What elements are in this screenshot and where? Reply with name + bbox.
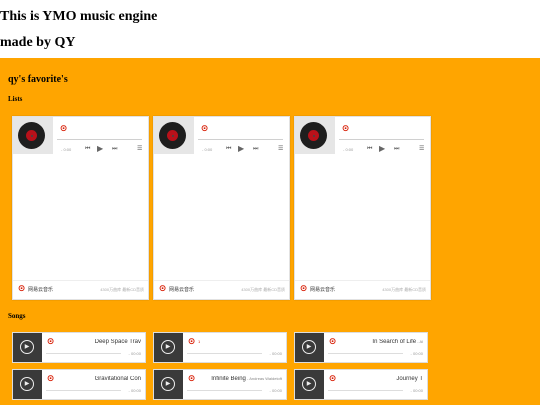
song-widget[interactable]: ▶ ⊙ Gravitational Con - 00:00 — [12, 369, 146, 400]
time-display: - 00:00 — [128, 351, 141, 356]
card-footer: ⊙ 网易云音乐 4300万曲库 最新CD音质 — [154, 280, 289, 299]
brand-meta: 4300万曲库 最新CD音质 — [382, 287, 426, 292]
disc-icon — [300, 122, 327, 149]
song-title: Gravitational Con — [94, 376, 141, 382]
time-display: - 0:00 — [343, 147, 354, 152]
song-cover: ▶ — [154, 370, 183, 399]
time-display: - 00:00 — [410, 388, 423, 393]
song-cover: ▶ — [154, 333, 183, 362]
playlist-icon[interactable]: ☰ — [278, 145, 283, 153]
progress-bar[interactable] — [46, 353, 121, 354]
brand-meta: 4300万曲库 最新CD音质 — [241, 287, 285, 292]
page-title: This is YMO music engine — [0, 9, 158, 24]
playlist-cover[interactable] — [295, 117, 335, 154]
brand-label[interactable]: 网易云音乐 — [28, 286, 53, 293]
netease-logo-icon: ⊙ — [46, 374, 55, 384]
song-widget[interactable]: ▶ ⊙ Deep Space Trav - 00:00 — [12, 332, 146, 363]
playlist-icon[interactable]: ☰ — [419, 145, 424, 153]
netease-logo-icon: ⊙ — [46, 337, 55, 347]
brand-label[interactable]: 网易云音乐 — [310, 286, 335, 293]
play-icon[interactable]: ▶ — [20, 377, 34, 391]
netease-logo-icon: ⊙ — [17, 284, 26, 294]
song-widget[interactable]: ▶ ⊙ In Search of Life - Al - 00:00 — [294, 332, 428, 363]
song-cover: ▶ — [13, 370, 42, 399]
time-display: - 0:00 — [202, 147, 213, 152]
playlist-icon[interactable]: ☰ — [137, 145, 142, 153]
song-cover: ▶ — [295, 333, 324, 362]
progress-bar[interactable] — [339, 139, 424, 140]
song-title: In Search of Life - Al — [372, 339, 423, 345]
time-display: - 00:00 — [128, 388, 141, 393]
play-icon[interactable]: ▶ — [161, 377, 175, 391]
time-display: - 00:00 — [410, 351, 423, 356]
songs-heading: Songs — [8, 312, 26, 320]
card-footer: ⊙ 网易云音乐 4300万曲库 最新CD音质 — [13, 280, 148, 299]
progress-bar[interactable] — [187, 390, 262, 391]
prev-icon[interactable]: ⏮ — [367, 145, 372, 153]
song-widget[interactable]: ▶ ⊙ 1 - 00:00 — [153, 332, 287, 363]
song-cover: ▶ — [13, 333, 42, 362]
progress-bar[interactable] — [46, 390, 121, 391]
netease-logo-icon: ⊙ — [158, 284, 167, 294]
time-display: - 0:00 — [61, 147, 72, 152]
time-display: - 00:00 — [269, 388, 282, 393]
disc-icon — [159, 122, 186, 149]
netease-logo-icon: ⊙ — [328, 374, 337, 384]
next-icon[interactable]: ⏭ — [253, 145, 258, 153]
favorites-heading: qy's favorite's — [8, 74, 68, 85]
lists-heading: Lists — [8, 95, 23, 103]
prev-icon[interactable]: ⏮ — [85, 145, 90, 153]
card-footer: ⊙ 网易云音乐 4300万曲库 最新CD音质 — [295, 280, 430, 299]
playlist-card[interactable]: ⊙ - 0:00 ⏮ ▶ ⏭ ☰ ⊙ 网易云音乐 4300万曲库 最新CD音质 — [294, 116, 431, 300]
play-icon[interactable]: ▶ — [238, 145, 244, 153]
song-widget[interactable]: ▶ ⊙ Infinite Being - Andreas Waldetoft -… — [153, 369, 287, 400]
play-icon[interactable]: ▶ — [379, 145, 385, 153]
netease-logo-icon: ⊙ — [200, 124, 209, 134]
next-icon[interactable]: ⏭ — [112, 145, 117, 153]
netease-logo-icon: ⊙ — [341, 124, 350, 134]
song-title: Deep Space Trav — [94, 339, 141, 345]
playlist-cover[interactable] — [154, 117, 194, 154]
song-title: 1 — [198, 339, 201, 344]
play-icon[interactable]: ▶ — [302, 340, 316, 354]
playlist-card[interactable]: ⊙ - 0:00 ⏮ ▶ ⏭ ☰ ⊙ 网易云音乐 4300万曲库 最新CD音质 — [153, 116, 290, 300]
playlist-cover[interactable] — [13, 117, 53, 154]
netease-logo-icon: ⊙ — [299, 284, 308, 294]
play-icon[interactable]: ▶ — [161, 340, 175, 354]
disc-icon — [18, 122, 45, 149]
progress-bar[interactable] — [328, 390, 403, 391]
progress-bar[interactable] — [187, 353, 262, 354]
play-icon[interactable]: ▶ — [97, 145, 103, 153]
netease-logo-icon: ⊙ — [187, 337, 196, 347]
progress-bar[interactable] — [198, 139, 283, 140]
brand-meta: 4300万曲库 最新CD音质 — [100, 287, 144, 292]
song-title: Infinite Being - Andreas Waldetoft — [211, 376, 282, 382]
next-icon[interactable]: ⏭ — [394, 145, 399, 153]
song-title: Journey T — [396, 376, 423, 382]
time-display: - 00:00 — [269, 351, 282, 356]
progress-bar[interactable] — [57, 139, 142, 140]
play-icon[interactable]: ▶ — [302, 377, 316, 391]
prev-icon[interactable]: ⏮ — [226, 145, 231, 153]
netease-logo-icon: ⊙ — [328, 337, 337, 347]
play-icon[interactable]: ▶ — [20, 340, 34, 354]
song-cover: ▶ — [295, 370, 324, 399]
brand-label[interactable]: 网易云音乐 — [169, 286, 194, 293]
netease-logo-icon: ⊙ — [187, 374, 196, 384]
progress-bar[interactable] — [328, 353, 403, 354]
playlist-card[interactable]: ⊙ - 0:00 ⏮ ▶ ⏭ ☰ ⊙ 网易云音乐 4300万曲库 最新CD音质 — [12, 116, 149, 300]
page-subtitle: made by QY — [0, 35, 76, 50]
song-widget[interactable]: ▶ ⊙ Journey T - 00:00 — [294, 369, 428, 400]
netease-logo-icon: ⊙ — [59, 124, 68, 134]
